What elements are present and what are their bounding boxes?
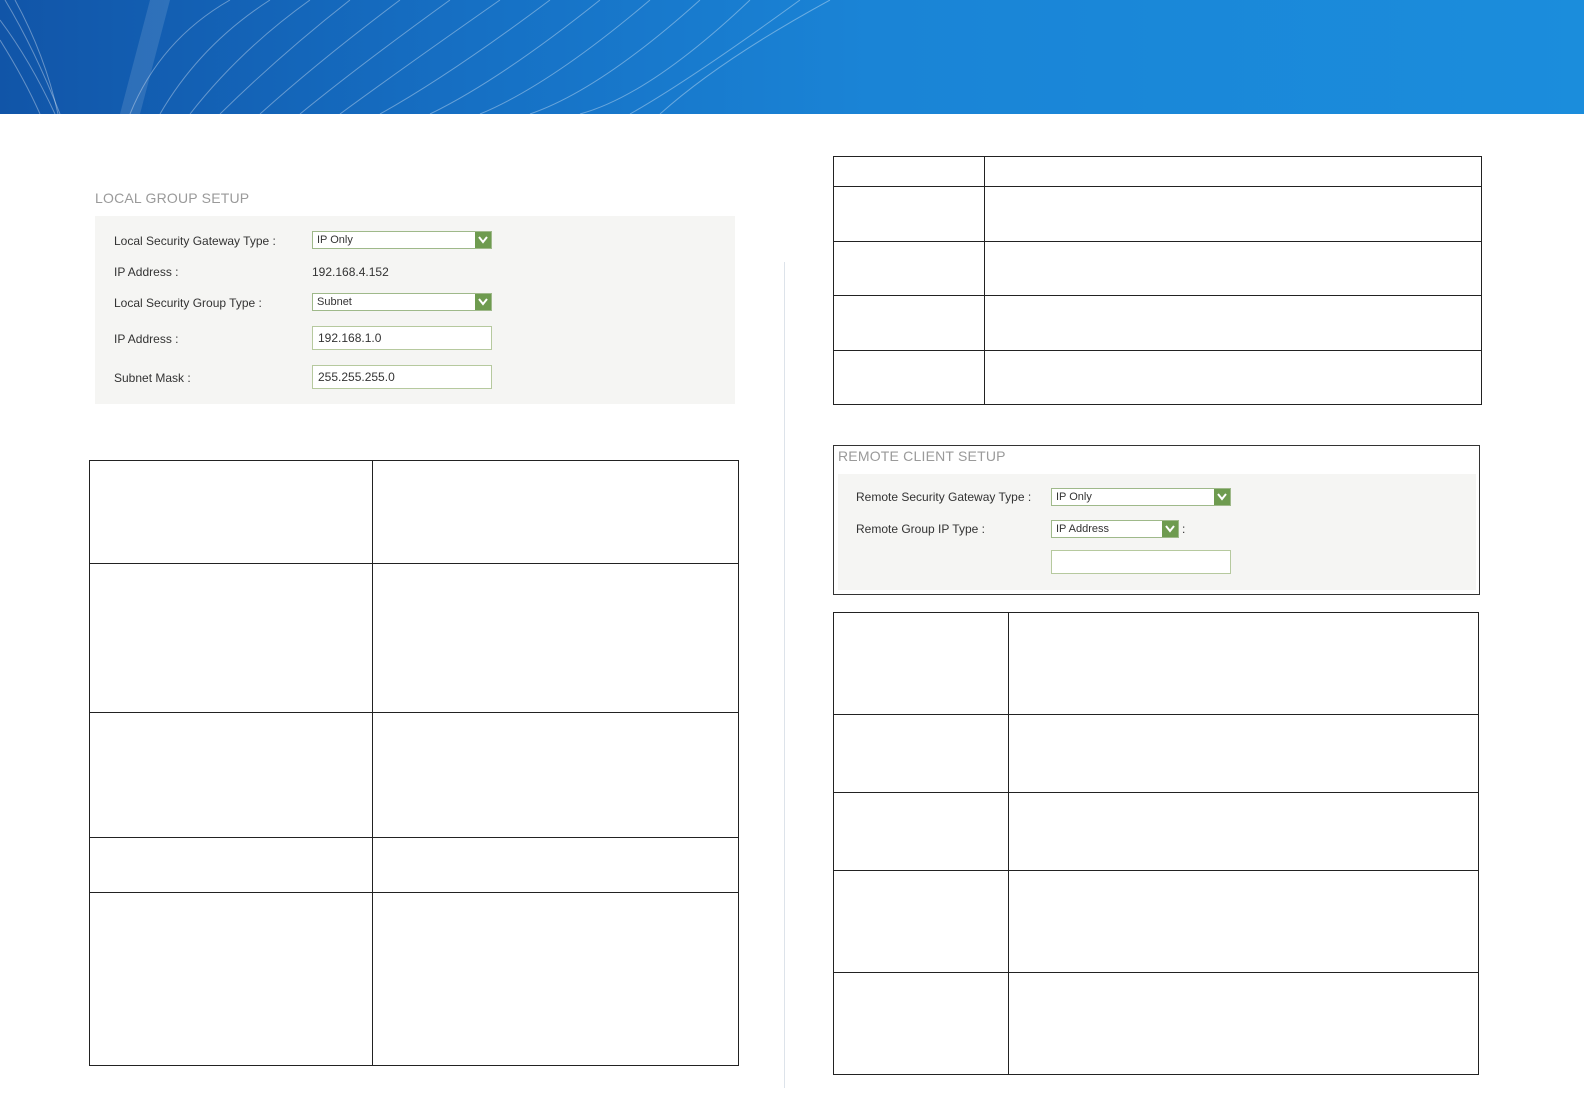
remote-group-ip-type-label: Remote Group IP Type : <box>856 522 985 536</box>
group-ip-address-input[interactable]: 192.168.1.0 <box>312 326 492 350</box>
table-row-divider <box>834 972 1478 973</box>
table-row-divider <box>90 563 738 564</box>
local-security-gateway-type-value: IP Only <box>317 234 353 246</box>
table-column-divider <box>984 157 985 404</box>
chevron-down-icon[interactable] <box>475 232 491 248</box>
table-row-divider <box>834 792 1478 793</box>
table-row-divider <box>834 350 1481 351</box>
remote-security-gateway-type-label: Remote Security Gateway Type : <box>856 490 1032 504</box>
remote-settings-table <box>833 612 1479 1075</box>
table-row-divider <box>834 295 1481 296</box>
remote-group-ip-type-suffix: : <box>1182 522 1186 536</box>
local-settings-table <box>89 460 739 1066</box>
table-row-divider <box>90 892 738 893</box>
local-security-gateway-type-label: Local Security Gateway Type : <box>114 234 276 248</box>
subnet-mask-label: Subnet Mask : <box>114 371 191 385</box>
local-security-gateway-type-select[interactable]: IP Only <box>312 231 492 249</box>
column-divider <box>784 262 785 1088</box>
remote-group-ip-address-input[interactable] <box>1051 550 1231 574</box>
gateway-settings-table <box>833 156 1482 405</box>
remote-security-gateway-type-select[interactable]: IP Only <box>1051 488 1231 506</box>
remote-group-ip-type-value: IP Address <box>1056 523 1109 535</box>
chevron-down-icon[interactable] <box>1214 489 1230 505</box>
remote-client-setup-title: REMOTE CLIENT SETUP <box>838 448 1006 464</box>
table-column-divider <box>1008 613 1009 1074</box>
table-row-divider <box>834 870 1478 871</box>
local-security-group-type-select[interactable]: Subnet <box>312 293 492 311</box>
ip-address-value: 192.168.4.152 <box>312 265 389 279</box>
table-row-divider <box>834 186 1481 187</box>
banner-wave-graphic <box>0 0 831 114</box>
chevron-down-icon[interactable] <box>1162 521 1178 537</box>
local-security-group-type-label: Local Security Group Type : <box>114 296 262 310</box>
table-row-divider <box>834 241 1481 242</box>
group-ip-address-label: IP Address : <box>114 332 179 346</box>
chevron-down-icon[interactable] <box>475 294 491 310</box>
ip-address-label: IP Address : <box>114 265 179 279</box>
table-row-divider <box>90 712 738 713</box>
table-column-divider <box>372 461 373 1065</box>
remote-security-gateway-type-value: IP Only <box>1056 491 1092 503</box>
table-row-divider <box>834 714 1478 715</box>
local-group-setup-title: LOCAL GROUP SETUP <box>95 190 250 206</box>
table-row-divider <box>90 837 738 838</box>
local-security-group-type-value: Subnet <box>317 296 352 308</box>
local-group-setup-panel: Local Security Gateway Type : IP Only IP… <box>95 216 735 404</box>
header-banner <box>0 0 1584 114</box>
subnet-mask-input[interactable]: 255.255.255.0 <box>312 365 492 389</box>
remote-group-ip-type-select[interactable]: IP Address <box>1051 520 1179 538</box>
remote-client-setup-panel: Remote Security Gateway Type : IP Only R… <box>838 474 1476 590</box>
remote-client-setup-box: REMOTE CLIENT SETUP Remote Security Gate… <box>833 445 1480 595</box>
